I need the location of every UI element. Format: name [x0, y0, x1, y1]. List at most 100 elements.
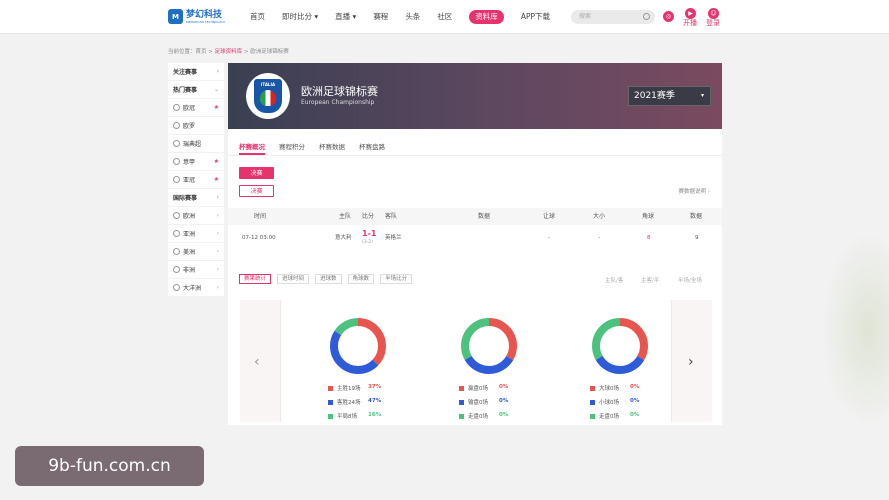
- legend-swatch: [459, 414, 464, 419]
- season-select[interactable]: 2021赛季 ▾: [628, 86, 711, 106]
- legend-half-full[interactable]: 半场/全场: [678, 276, 702, 284]
- legend-row: 大球0场 0%: [590, 384, 660, 394]
- breadcrumb: 当前位置：首页 > 足球资料库 > 欧洲足球锦标赛: [168, 47, 289, 55]
- competition-sidebar: 关注赛事 › 热门赛事 ⌄ 欧冠 ★ 欧罗 瑞典超 意甲 ★ 亚冠 ★ 国际赛事 › 欧洲 › 亚洲 › 美洲 › 非洲…: [168, 63, 224, 297]
- sidebar-item-label: 关注赛事: [173, 69, 198, 76]
- flag-icon: [260, 90, 276, 106]
- nav-item-6[interactable]: 资料库: [469, 10, 504, 24]
- home-team[interactable]: 意大利: [335, 227, 352, 249]
- stats-filter-2[interactable]: 进球数: [315, 274, 342, 284]
- logo-subtitle: MENGHUAN TECHNOLOGY: [186, 19, 226, 24]
- tab-3[interactable]: 杯赛盘路: [359, 138, 385, 155]
- legend-swatch: [328, 386, 333, 391]
- legend-row: 小球0场 0%: [590, 398, 660, 408]
- sidebar-item-10[interactable]: 美洲 ›: [168, 243, 224, 261]
- legend-home-draw[interactable]: 主客/平: [641, 276, 659, 284]
- tab-1[interactable]: 赛程积分: [279, 138, 305, 155]
- breadcrumb-home[interactable]: 首页: [196, 49, 207, 55]
- sidebar-item-8[interactable]: 欧洲 ›: [168, 207, 224, 225]
- search-input[interactable]: 搜索: [571, 10, 655, 24]
- legend-label: 大球0场: [599, 386, 619, 392]
- sidebar-item-0[interactable]: 关注赛事 ›: [168, 63, 224, 81]
- sidebar-item-11[interactable]: 非洲 ›: [168, 261, 224, 279]
- tab-2[interactable]: 杯赛数据: [319, 138, 345, 155]
- col-away: 客队: [385, 213, 398, 220]
- legend-percent: 16%: [368, 412, 382, 418]
- star-icon: ★: [213, 158, 219, 165]
- app-icon[interactable]: ◎: [663, 11, 674, 22]
- sidebar-item-label: 大洋洲: [183, 285, 202, 292]
- sidebar-item-12[interactable]: 大洋洲 ›: [168, 279, 224, 297]
- handicap-value: -: [548, 235, 550, 241]
- login-link[interactable]: 登录: [706, 18, 720, 28]
- sidebar-item-label: 欧洲: [183, 213, 196, 220]
- sidebar-item-2[interactable]: 欧冠 ★: [168, 99, 224, 117]
- legend-label: 平局8场: [337, 414, 357, 420]
- nav-item-4[interactable]: 头条: [405, 10, 420, 24]
- legend-percent: 0%: [630, 384, 640, 390]
- watermark-label: 9b-fun.com.cn: [15, 446, 204, 486]
- legend-home-away[interactable]: 主队/客: [605, 276, 623, 284]
- chevron-right-icon: ›: [216, 266, 219, 273]
- sidebar-item-5[interactable]: 意甲 ★: [168, 153, 224, 171]
- legend-swatch: [590, 414, 595, 419]
- sidebar-item-3[interactable]: 欧罗: [168, 117, 224, 135]
- nav-item-1[interactable]: 即时比分 ▾: [282, 10, 318, 24]
- nav-item-7[interactable]: APP下载: [521, 10, 550, 24]
- sidebar-item-6[interactable]: 亚冠 ★: [168, 171, 224, 189]
- season-value: 2021赛季: [634, 91, 675, 101]
- legend-percent: 0%: [499, 384, 509, 390]
- stats-filter-bar: 赛果统计 进球时间 进球数 角球数 半场比分: [239, 274, 418, 284]
- open-stream-link[interactable]: 开播: [683, 18, 697, 28]
- nav-item-0[interactable]: 首页: [250, 10, 265, 24]
- stage-final-alt-button[interactable]: 决赛: [239, 185, 274, 197]
- star-icon: ★: [213, 176, 219, 183]
- chevron-down-icon: ▾: [700, 92, 704, 99]
- breadcrumb-separator: >: [206, 49, 215, 55]
- league-icon: [173, 212, 180, 219]
- sidebar-item-label: 国际赛事: [173, 195, 198, 202]
- donut-svg: [330, 318, 386, 374]
- stats-filter-1[interactable]: 进球时间: [277, 274, 310, 284]
- sidebar-item-9[interactable]: 亚洲 ›: [168, 225, 224, 243]
- search-icon[interactable]: [643, 13, 650, 20]
- nav-item-2[interactable]: 直播 ▾: [335, 10, 356, 24]
- legend-percent: 37%: [368, 384, 382, 390]
- search-placeholder: 搜索: [579, 13, 592, 20]
- legend-swatch: [459, 386, 464, 391]
- legend-percent: 0%: [630, 398, 640, 404]
- data-value[interactable]: 9: [695, 227, 699, 249]
- league-icon: [173, 140, 180, 147]
- tab-bar: 杯赛概况 赛程积分 杯赛数据 杯赛盘路: [228, 138, 722, 156]
- legend-percent: 0%: [630, 412, 640, 418]
- site-logo[interactable]: M 梦幻科技 MENGHUAN TECHNOLOGY: [168, 9, 225, 24]
- stats-filter-3[interactable]: 角球数: [347, 274, 375, 284]
- breadcrumb-database[interactable]: 足球资料库: [215, 49, 243, 55]
- legend-label: 客胜24场: [337, 400, 361, 406]
- legend-row: 主胜19场 37%: [328, 384, 398, 394]
- table-row[interactable]: 07-12 03:00 意大利 1-1 (3-2) 英格兰 - - 8 9: [228, 227, 722, 249]
- legend-label: 小球0场: [599, 400, 619, 406]
- legend-label: 走盘0场: [599, 414, 619, 420]
- stats-filter-4[interactable]: 半场比分: [380, 274, 413, 284]
- sidebar-item-1[interactable]: 热门赛事 ⌄: [168, 81, 224, 99]
- league-icon: [173, 122, 180, 129]
- chevron-right-icon: ⌄: [213, 86, 219, 93]
- chevron-left-icon[interactable]: ‹: [254, 354, 260, 370]
- league-subtitle: European Championship: [301, 99, 375, 106]
- sidebar-item-4[interactable]: 瑞典超: [168, 135, 224, 153]
- nav-item-3[interactable]: 赛程: [373, 10, 388, 24]
- chevron-right-icon[interactable]: ›: [688, 354, 694, 370]
- stats-filter-0[interactable]: 赛果统计: [239, 274, 272, 284]
- donut-chart-1: 赢盘0场 0% 输盘0场 0% 走盘0场 0%: [424, 300, 534, 422]
- stats-panel: ‹ 主胜19场 37% 客胜24场 47% 平局8场 16% 赢盘0场 0% 输盘0场 0% 走盘0…: [240, 300, 712, 422]
- match-time: 07-12 03:00: [242, 235, 276, 241]
- tab-0[interactable]: 杯赛概况: [239, 138, 265, 155]
- sidebar-item-7[interactable]: 国际赛事 ›: [168, 189, 224, 207]
- data-explanation-link[interactable]: 赛数据说明 ›: [679, 187, 710, 195]
- stage-final-button[interactable]: 决赛: [239, 167, 274, 179]
- nav-item-5[interactable]: 社区: [437, 10, 452, 24]
- away-team[interactable]: 英格兰: [385, 227, 402, 249]
- chevron-right-icon: ›: [216, 284, 219, 291]
- chevron-right-icon: ›: [216, 230, 219, 237]
